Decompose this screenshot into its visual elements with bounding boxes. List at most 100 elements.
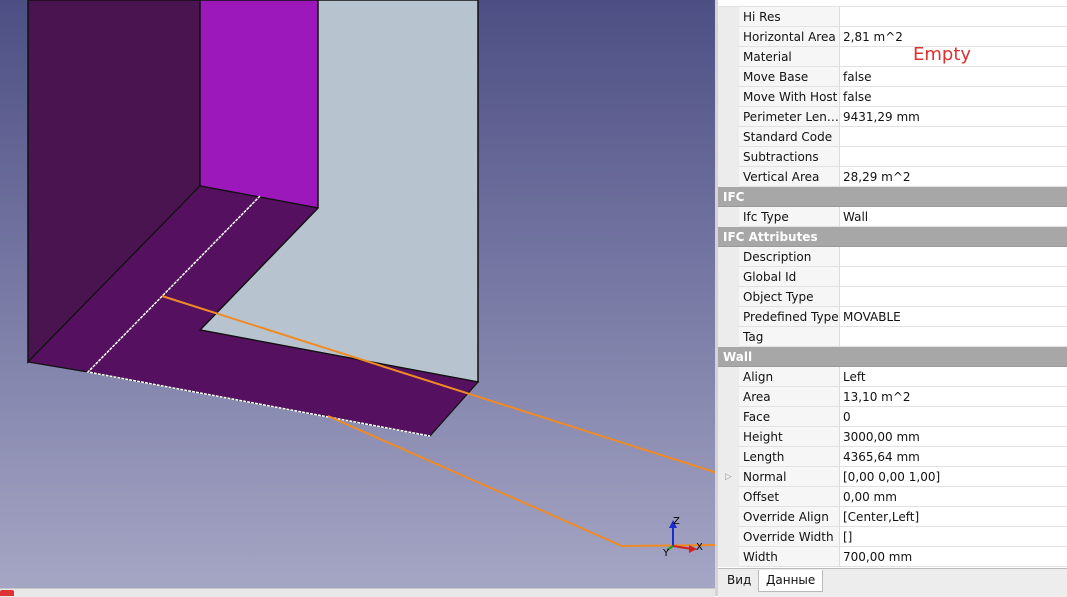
property-value[interactable]: [0,00 0,00 1,00] (840, 467, 1067, 487)
row-gutter (718, 507, 739, 527)
property-value[interactable]: false (840, 87, 1067, 107)
property-value[interactable] (840, 327, 1067, 347)
property-row-override-width[interactable]: Override Width[] (718, 527, 1067, 547)
property-value[interactable] (840, 287, 1067, 307)
property-name: Tag (739, 327, 840, 347)
property-value[interactable]: Left (840, 367, 1067, 387)
property-row-area[interactable]: Area13,10 m^2 (718, 387, 1067, 407)
property-row-hi-res[interactable]: Hi Res (718, 7, 1067, 27)
property-value[interactable]: 0,00 mm (840, 487, 1067, 507)
property-name: Subtractions (739, 147, 840, 167)
property-name: Global Id (739, 267, 840, 287)
group-header: IFC (718, 187, 1067, 207)
row-gutter (718, 327, 739, 347)
property-row-align[interactable]: AlignLeft (718, 367, 1067, 387)
tab-view[interactable]: Вид (720, 570, 758, 590)
property-row-vertical-area[interactable]: Vertical Area28,29 m^2 (718, 167, 1067, 187)
row-gutter (718, 47, 739, 67)
row-gutter (718, 167, 739, 187)
property-row-ifc-type[interactable]: Ifc TypeWall (718, 207, 1067, 227)
property-row-height[interactable]: Height3000,00 mm (718, 427, 1067, 447)
property-row-move-base[interactable]: Move Basefalse (718, 67, 1067, 87)
property-group-ifc[interactable]: IFC (718, 187, 1067, 207)
row-gutter (718, 207, 739, 227)
property-value[interactable] (840, 127, 1067, 147)
row-gutter (718, 127, 739, 147)
property-row-material[interactable]: Material (718, 47, 1067, 67)
property-value[interactable]: Wall (840, 207, 1067, 227)
property-name: Align (739, 367, 840, 387)
property-name: Offset (739, 487, 840, 507)
property-row-global-id[interactable]: Global Id (718, 267, 1067, 287)
property-value[interactable] (840, 267, 1067, 287)
property-row-length[interactable]: Length4365,64 mm (718, 447, 1067, 467)
property-row-subtractions[interactable]: Subtractions (718, 147, 1067, 167)
annotation-empty-label: Empty (913, 44, 971, 65)
property-name: Override Align (739, 507, 840, 527)
property-row-width[interactable]: Width700,00 mm (718, 547, 1067, 567)
property-value[interactable]: 9431,29 mm (840, 107, 1067, 127)
property-name: Ifc Type (739, 207, 840, 227)
row-gutter (718, 67, 739, 87)
property-name: Predefined Type (739, 307, 840, 327)
axis-x-label: X (696, 542, 703, 553)
property-table: Hi ResHorizontal Area2,81 m^2MaterialMov… (718, 0, 1067, 567)
property-row-perimeter-leng[interactable]: Perimeter Leng...9431,29 mm (718, 107, 1067, 127)
3d-viewport[interactable]: Z Y X (0, 0, 715, 588)
property-name: Perimeter Leng... (739, 107, 840, 127)
axis-triad (667, 520, 697, 553)
document-tab-icon[interactable] (0, 590, 14, 596)
property-row-offset[interactable]: Offset0,00 mm (718, 487, 1067, 507)
property-row-move-with-host[interactable]: Move With Hostfalse (718, 87, 1067, 107)
property-row-object-type[interactable]: Object Type (718, 287, 1067, 307)
property-value[interactable]: 28,29 m^2 (840, 167, 1067, 187)
property-name: Normal (739, 467, 840, 487)
property-name: Face (739, 407, 840, 427)
property-value[interactable]: 4365,64 mm (840, 447, 1067, 467)
axis-y-label: Y (662, 548, 670, 559)
row-gutter (718, 387, 739, 407)
property-value[interactable]: [Center,Left] (840, 507, 1067, 527)
property-name: Height (739, 427, 840, 447)
property-value[interactable]: [] (840, 527, 1067, 547)
axis-z-label: Z (673, 516, 680, 527)
row-gutter (718, 307, 739, 327)
property-panel[interactable]: Hi ResHorizontal Area2,81 m^2MaterialMov… (718, 0, 1067, 568)
property-value[interactable] (840, 147, 1067, 167)
property-value[interactable]: 3000,00 mm (840, 427, 1067, 447)
property-row-tag[interactable]: Tag (718, 327, 1067, 347)
row-gutter (718, 447, 739, 467)
row-gutter (718, 487, 739, 507)
property-name: Hi Res (739, 7, 840, 27)
property-value[interactable]: 0 (840, 407, 1067, 427)
wall-model[interactable]: Z Y X (0, 0, 715, 588)
property-name: Material (739, 47, 840, 67)
row-gutter (718, 527, 739, 547)
property-value[interactable]: 700,00 mm (840, 547, 1067, 567)
property-name: Area (739, 387, 840, 407)
row-gutter (718, 7, 739, 27)
property-name: Override Width (739, 527, 840, 547)
property-group-wall[interactable]: Wall (718, 347, 1067, 367)
property-value[interactable]: 13,10 m^2 (840, 387, 1067, 407)
property-row-predefined-type[interactable]: Predefined TypeMOVABLE (718, 307, 1067, 327)
property-row-standard-code[interactable]: Standard Code (718, 127, 1067, 147)
property-name: Standard Code (739, 127, 840, 147)
expand-arrow-icon[interactable]: ▷ (718, 467, 739, 487)
property-group-ifc-attributes[interactable]: IFC Attributes (718, 227, 1067, 247)
property-value[interactable]: false (840, 67, 1067, 87)
tab-data[interactable]: Данные (758, 570, 823, 592)
property-row-override-align[interactable]: Override Align[Center,Left] (718, 507, 1067, 527)
property-row-face[interactable]: Face0 (718, 407, 1067, 427)
row-gutter (718, 147, 739, 167)
property-value[interactable] (840, 247, 1067, 267)
property-value[interactable] (840, 7, 1067, 27)
row-gutter (718, 287, 739, 307)
property-row-horizontal-area[interactable]: Horizontal Area2,81 m^2 (718, 27, 1067, 47)
property-row-normal[interactable]: ▷Normal[0,00 0,00 1,00] (718, 467, 1067, 487)
property-name: Width (739, 547, 840, 567)
row-gutter (718, 427, 739, 447)
property-value[interactable]: MOVABLE (840, 307, 1067, 327)
property-name: Vertical Area (739, 167, 840, 187)
property-row-description[interactable]: Description (718, 247, 1067, 267)
